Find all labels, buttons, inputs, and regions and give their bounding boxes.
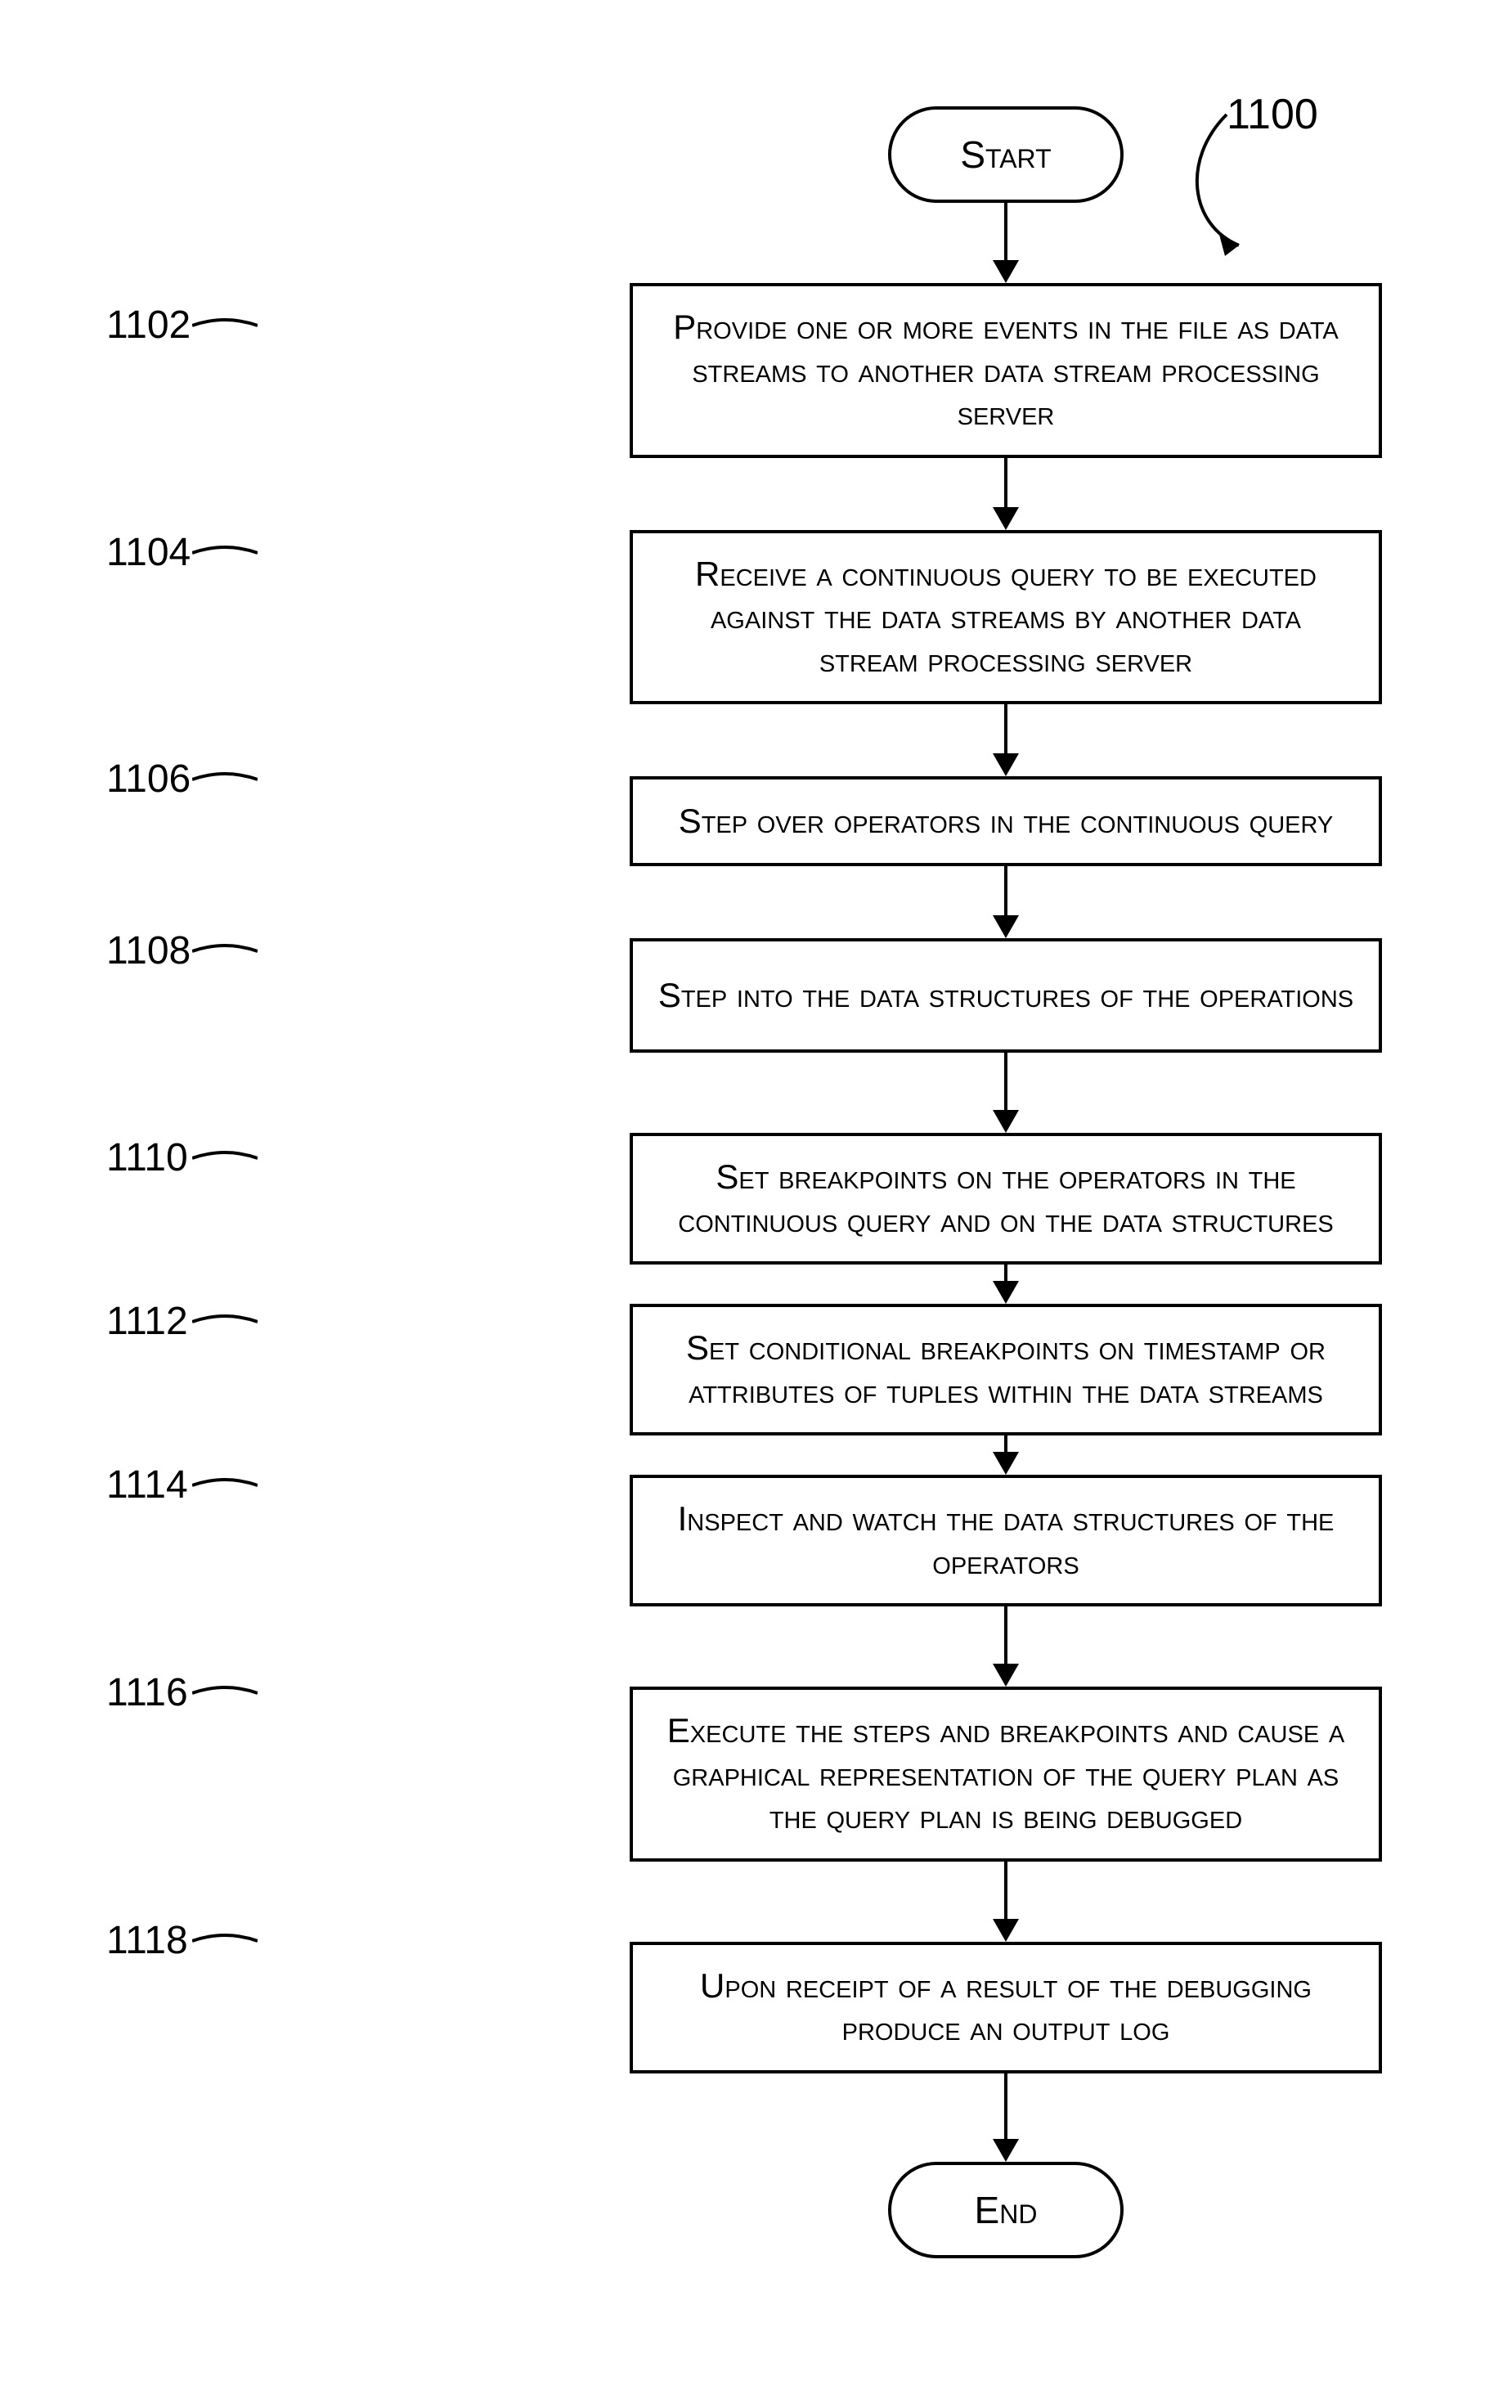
step-1108: Step into the data structures of the ope… bbox=[630, 938, 1382, 1053]
ref-1112-text: 1112 bbox=[106, 1300, 188, 1343]
arrow-icon bbox=[993, 1053, 1019, 1133]
ref-1118: 1118 bbox=[106, 1918, 188, 1963]
step-text: Provide one or more events in the file a… bbox=[657, 306, 1354, 435]
flowchart: Start Provide one or more events in the … bbox=[630, 106, 1382, 2258]
ref-leader-icon bbox=[192, 1147, 258, 1171]
ref-1116-text: 1116 bbox=[106, 1671, 188, 1714]
step-text: Execute the steps and breakpoints and ca… bbox=[657, 1709, 1354, 1839]
ref-leader-icon bbox=[192, 1474, 258, 1498]
step-text: Inspect and watch the data structures of… bbox=[657, 1498, 1354, 1584]
ref-leader-icon bbox=[192, 541, 258, 566]
start-terminator: Start bbox=[888, 106, 1124, 203]
step-text: Step into the data structures of the ope… bbox=[658, 974, 1353, 1018]
step-1102: Provide one or more events in the file a… bbox=[630, 283, 1382, 458]
arrow-icon bbox=[993, 1435, 1019, 1475]
arrow-icon bbox=[993, 458, 1019, 530]
step-1104: Receive a continuous query to be execute… bbox=[630, 530, 1382, 705]
ref-1114: 1114 bbox=[106, 1462, 188, 1507]
ref-leader-icon bbox=[192, 314, 258, 339]
step-1112: Set conditional breakpoints on timestamp… bbox=[630, 1304, 1382, 1435]
ref-1108-text: 1108 bbox=[106, 929, 191, 973]
step-text: Receive a continuous query to be execute… bbox=[657, 553, 1354, 682]
arrow-icon bbox=[993, 1862, 1019, 1942]
arrow-icon bbox=[993, 2073, 1019, 2162]
ref-leader-icon bbox=[192, 1310, 258, 1335]
arrow-icon bbox=[993, 1606, 1019, 1687]
ref-1108: 1108 bbox=[106, 928, 191, 973]
ref-1102: 1102 bbox=[106, 303, 191, 348]
start-label: Start bbox=[960, 133, 1051, 177]
ref-leader-icon bbox=[192, 940, 258, 964]
step-1116: Execute the steps and breakpoints and ca… bbox=[630, 1687, 1382, 1862]
step-1110: Set breakpoints on the operators in the … bbox=[630, 1133, 1382, 1265]
end-label: End bbox=[975, 2188, 1038, 2232]
step-1114: Inspect and watch the data structures of… bbox=[630, 1475, 1382, 1606]
step-text: Set conditional breakpoints on timestamp… bbox=[657, 1327, 1354, 1413]
ref-1104: 1104 bbox=[106, 530, 191, 575]
ref-1114-text: 1114 bbox=[106, 1463, 188, 1507]
arrow-icon bbox=[993, 704, 1019, 776]
ref-1112: 1112 bbox=[106, 1299, 188, 1344]
step-text: Step over operators in the continuous qu… bbox=[679, 800, 1334, 843]
ref-1110-text: 1110 bbox=[106, 1136, 188, 1179]
end-terminator: End bbox=[888, 2162, 1124, 2258]
step-text: Upon receipt of a result of the debuggin… bbox=[657, 1965, 1354, 2051]
ref-1110: 1110 bbox=[106, 1135, 188, 1180]
arrow-icon bbox=[993, 866, 1019, 938]
ref-leader-icon bbox=[192, 1930, 258, 1954]
ref-1102-text: 1102 bbox=[106, 303, 191, 347]
ref-1106-text: 1106 bbox=[106, 757, 191, 801]
ref-1118-text: 1118 bbox=[106, 1919, 188, 1962]
ref-leader-icon bbox=[192, 1682, 258, 1706]
ref-leader-icon bbox=[192, 768, 258, 793]
ref-1116: 1116 bbox=[106, 1670, 188, 1715]
arrow-icon bbox=[993, 1265, 1019, 1304]
ref-1106: 1106 bbox=[106, 757, 191, 802]
step-1106: Step over operators in the continuous qu… bbox=[630, 776, 1382, 866]
arrow-icon bbox=[993, 203, 1019, 283]
ref-1104-text: 1104 bbox=[106, 531, 191, 574]
step-text: Set breakpoints on the operators in the … bbox=[657, 1156, 1354, 1242]
step-1118: Upon receipt of a result of the debuggin… bbox=[630, 1942, 1382, 2073]
